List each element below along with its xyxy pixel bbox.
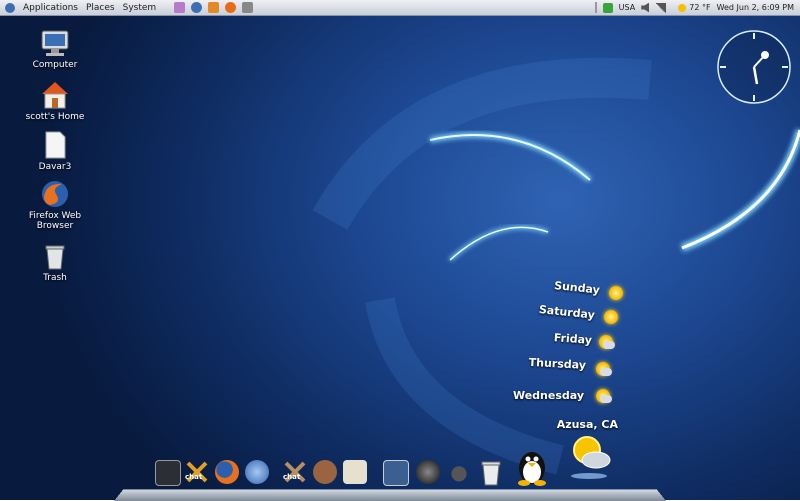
desktop-icon-label: Trash	[43, 273, 67, 283]
tray-separator-icon	[594, 2, 597, 13]
document-icon	[40, 130, 70, 160]
top-panel: Applications Places System USA 72 °F Wed…	[0, 0, 800, 16]
text-editor-icon[interactable]	[343, 460, 367, 484]
clock-widget	[717, 30, 791, 104]
fedora-logo-icon[interactable]	[5, 2, 15, 13]
network-signal-icon[interactable]	[655, 2, 667, 13]
trash-icon[interactable]	[479, 460, 503, 486]
chat-label: chat	[185, 473, 203, 481]
chat-icon[interactable]: chat	[283, 460, 307, 484]
partly-cloudy-icon	[599, 335, 615, 349]
firefox-icon[interactable]	[215, 460, 239, 484]
weather-icon[interactable]	[565, 430, 615, 480]
update-notifier-icon[interactable]	[602, 2, 613, 13]
computer-icon	[40, 28, 70, 58]
desktop-icon-trash[interactable]: Trash	[20, 241, 90, 283]
temperature[interactable]: 72 °F	[689, 3, 710, 12]
terminal-icon[interactable]	[155, 460, 181, 486]
desktop-icon-computer[interactable]: Computer	[20, 28, 90, 70]
media-player-icon[interactable]	[416, 460, 440, 484]
applications-menu[interactable]: Applications	[23, 3, 78, 13]
launcher-firefox-icon[interactable]	[225, 2, 237, 13]
system-menu[interactable]: System	[123, 3, 157, 13]
desktop-icon-label: Computer	[32, 60, 78, 70]
launcher-notes-icon[interactable]	[242, 2, 254, 13]
launcher-pidgin-icon[interactable]	[174, 2, 186, 13]
partly-cloudy-icon	[596, 389, 612, 403]
wallpaper-swirl	[312, 57, 800, 475]
screenshot-icon[interactable]	[383, 460, 409, 486]
dock-shelf	[114, 489, 666, 501]
desktop-icon-davar3[interactable]: Davar3	[20, 130, 90, 172]
forecast-day-wednesday: Wednesday	[512, 389, 584, 402]
chat-label: chat	[283, 473, 301, 481]
gimp-icon[interactable]	[313, 460, 337, 484]
desktop-icon-label: Davar3	[38, 162, 72, 172]
system-tray: USA 72 °F Wed Jun 2, 6:09 PM	[594, 0, 800, 15]
places-menu[interactable]: Places	[86, 3, 115, 13]
desktop-icon-label: Firefox Web Browser	[28, 211, 82, 231]
partly-cloudy-icon	[596, 362, 612, 376]
desktop-icon-firefox[interactable]: Firefox Web Browser	[20, 179, 90, 231]
sunny-icon	[609, 286, 623, 300]
weather-sun-icon[interactable]	[678, 3, 687, 12]
keyboard-layout[interactable]: USA	[619, 3, 636, 12]
desktop-icon-label: scott's Home	[25, 112, 85, 122]
desktop-icon-home[interactable]: scott's Home	[20, 80, 90, 122]
desktop-wallpaper	[0, 0, 800, 500]
trash-icon	[40, 241, 70, 271]
clock[interactable]: Wed Jun 2, 6:09 PM	[717, 3, 794, 12]
sunny-icon	[604, 310, 618, 324]
home-folder-icon	[40, 80, 70, 110]
launcher-thunderbird-icon[interactable]	[191, 2, 203, 13]
volume-icon[interactable]	[641, 2, 650, 13]
tux-icon[interactable]	[514, 448, 550, 486]
thunderbird-icon[interactable]	[245, 460, 269, 484]
chat-icon[interactable]: chat	[185, 460, 209, 484]
firefox-icon	[40, 179, 70, 209]
launcher-chat-icon[interactable]	[208, 2, 220, 13]
gnome-foot-icon[interactable]: ●	[447, 460, 471, 484]
